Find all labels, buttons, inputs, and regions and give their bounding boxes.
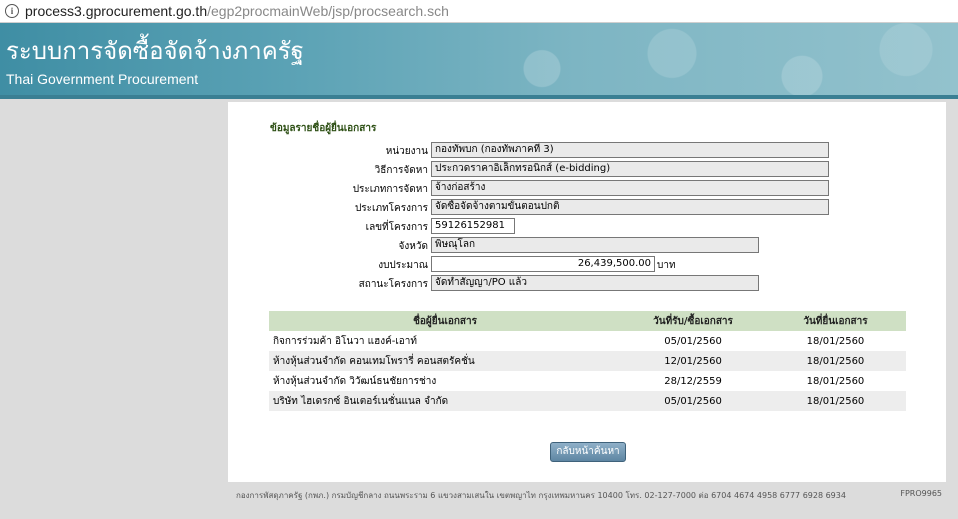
footer-address: กองการพัสดุภาครัฐ (กพภ.) กรมบัญชีกลาง ถน… [236, 491, 846, 500]
receive-date: 12/01/2560 [621, 351, 765, 371]
field-label: เลขที่โครงการ [365, 222, 428, 233]
address-bar[interactable]: i process3.gprocurement.go.th/egp2procma… [0, 0, 958, 23]
table-header-row: ชื่อผู้ยื่นเอกสาร วันที่รับ/ซื้อเอกสาร ว… [269, 311, 906, 331]
submit-date: 18/01/2560 [806, 375, 865, 387]
submit-date: 18/01/2560 [806, 335, 865, 347]
field-value: 59126152981 [431, 218, 515, 234]
field-agency: หน่วยงาน กองทัพบก (กองทัพภาคที่ 3) [228, 142, 946, 158]
table-row: ห้างหุ้นส่วนจำกัด วิวัฒน์ธนชัยการช่าง 28… [269, 371, 906, 391]
bidders-table: ชื่อผู้ยื่นเอกสาร วันที่รับ/ซื้อเอกสาร ว… [269, 311, 906, 411]
field-budget: งบประมาณ 26,439,500.00 บาท [228, 256, 946, 272]
field-value: ประกวดราคาอิเล็กทรอนิกส์ (e-bidding) [431, 161, 829, 177]
back-to-search-button[interactable]: กลับหน้าค้นหา [550, 442, 626, 462]
column-header-submit-date: วันที่ยื่นเอกสาร [764, 311, 906, 331]
receive-date: 05/01/2560 [664, 335, 722, 347]
bidder-name: ห้างหุ้นส่วนจำกัด วิวัฒน์ธนชัยการช่าง [273, 375, 437, 387]
field-project-type: ประเภทโครงการ จัดซื้อจัดจ้างตามขั้นตอนปก… [228, 199, 946, 215]
banner-strip [0, 95, 958, 99]
field-province: จังหวัด พิษณุโลก [228, 237, 946, 253]
field-value: จัดทำสัญญา/PO แล้ว [431, 275, 759, 291]
site-banner: ระบบการจัดซื้อจัดจ้างภาครัฐ Thai Governm… [0, 23, 958, 99]
submit-date: 18/01/2560 [764, 391, 906, 411]
field-label: ประเภทการจัดหา [352, 184, 428, 195]
submit-date: 18/01/2560 [764, 351, 906, 371]
table-row: บริษัท ไฮเดรกซ์ อินเตอร์เนชั่นแนล จำกัด … [269, 391, 906, 411]
field-value: จ้างก่อสร้าง [431, 180, 829, 196]
field-project-number: เลขที่โครงการ 59126152981 [228, 218, 946, 234]
budget-unit: บาท [657, 260, 676, 271]
field-label: วิธีการจัดหา [374, 165, 428, 176]
banner-decoration [438, 23, 958, 99]
field-value: พิษณุโลก [431, 237, 759, 253]
receive-date: 28/12/2559 [664, 375, 722, 387]
column-header-receive-date: วันที่รับ/ซื้อเอกสาร [621, 311, 765, 331]
table-row: ห้างหุ้นส่วนจำกัด คอนเทมโพรารี่ คอนสตรัค… [269, 351, 906, 371]
content-panel: ข้อมูลรายชื่อผู้ยื่นเอกสาร หน่วยงาน กองท… [228, 102, 946, 482]
site-title-english: Thai Government Procurement [6, 71, 199, 87]
info-icon[interactable]: i [5, 4, 19, 18]
field-label: จังหวัด [398, 241, 428, 252]
field-value: จัดซื้อจัดจ้างตามขั้นตอนปกติ [431, 199, 829, 215]
column-header-name: ชื่อผู้ยื่นเอกสาร [269, 311, 622, 331]
field-method: วิธีการจัดหา ประกวดราคาอิเล็กทรอนิกส์ (e… [228, 161, 946, 177]
footer: กองการพัสดุภาครัฐ (กพภ.) กรมบัญชีกลาง ถน… [236, 489, 946, 502]
field-label: ประเภทโครงการ [354, 203, 428, 214]
section-title: ข้อมูลรายชื่อผู้ยื่นเอกสาร [270, 123, 377, 134]
url-domain: process3.gprocurement.go.th [25, 3, 208, 19]
field-label: หน่วยงาน [385, 146, 428, 157]
page-code: FPRO9965 [900, 489, 942, 498]
field-procurement-type: ประเภทการจัดหา จ้างก่อสร้าง [228, 180, 946, 196]
field-value: 26,439,500.00 [431, 256, 655, 272]
bidder-name: ห้างหุ้นส่วนจำกัด คอนเทมโพรารี่ คอนสตรัค… [269, 351, 622, 371]
field-status: สถานะโครงการ จัดทำสัญญา/PO แล้ว [228, 275, 946, 291]
bidder-name: กิจการร่วมค้า อิโนวา แฮงค์-เอาท์ [273, 335, 417, 347]
field-value: กองทัพบก (กองทัพภาคที่ 3) [431, 142, 829, 158]
field-label: สถานะโครงการ [358, 279, 428, 290]
site-title-thai: ระบบการจัดซื้อจัดจ้างภาครัฐ [6, 37, 304, 65]
bidder-name: บริษัท ไฮเดรกซ์ อินเตอร์เนชั่นแนล จำกัด [269, 391, 622, 411]
field-label: งบประมาณ [378, 260, 428, 271]
table-row: กิจการร่วมค้า อิโนวา แฮงค์-เอาท์ 05/01/2… [269, 331, 906, 351]
receive-date: 05/01/2560 [621, 391, 765, 411]
url-path: /egp2procmainWeb/jsp/procsearch.sch [207, 3, 449, 19]
